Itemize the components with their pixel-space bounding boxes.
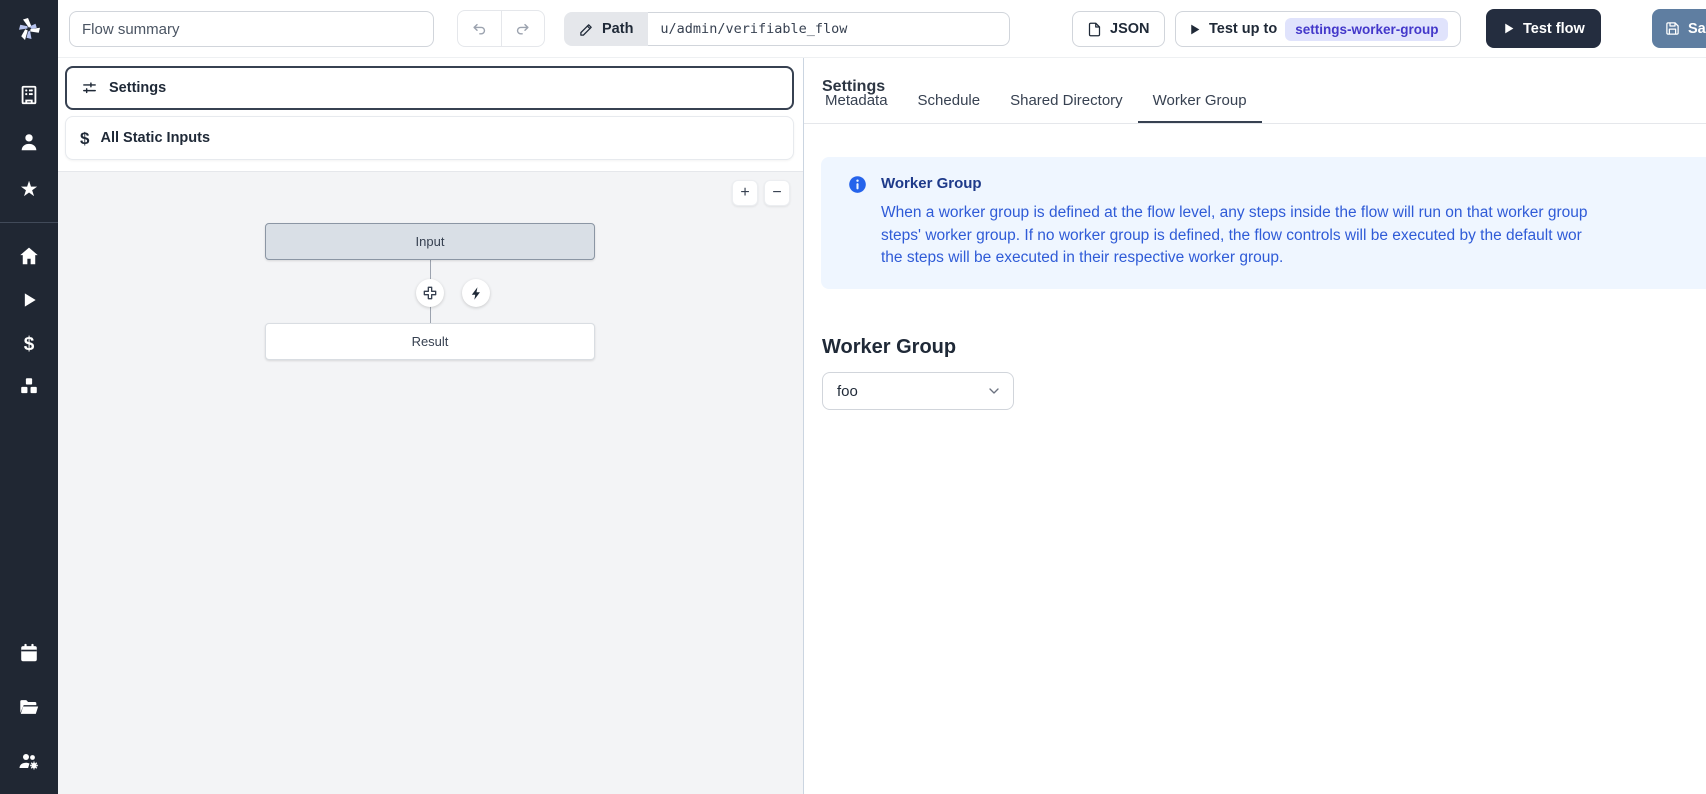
info-line: When a worker group is defined at the fl…: [881, 202, 1587, 225]
pencil-icon: [579, 22, 594, 37]
result-node-label: Result: [412, 334, 449, 349]
app-window: ★ $: [0, 0, 1706, 794]
test-flow-button[interactable]: Test flow: [1486, 9, 1601, 48]
topbar: Path u/admin/verifiable_flow JSON Test u…: [58, 0, 1706, 58]
save-draft-label: Save draft: [1688, 21, 1706, 37]
info-content: Worker Group When a worker group is defi…: [881, 173, 1587, 289]
path-value-input[interactable]: u/admin/verifiable_flow: [648, 12, 1010, 46]
sidebar-divider: [0, 222, 58, 223]
play-icon[interactable]: [0, 281, 58, 319]
result-node[interactable]: Result: [265, 323, 595, 360]
all-static-inputs-label: All Static Inputs: [100, 130, 210, 146]
tabs-divider: [804, 123, 1706, 124]
save-draft-button[interactable]: Save draft: [1652, 9, 1706, 48]
add-step-button[interactable]: [416, 279, 444, 307]
settings-panel: Settings Metadata Schedule Shared Direct…: [803, 58, 1706, 794]
redo-button[interactable]: [502, 11, 545, 46]
save-icon: [1665, 21, 1680, 36]
info-line: the steps will be executed in their resp…: [881, 247, 1587, 270]
tab-metadata[interactable]: Metadata: [810, 92, 903, 123]
zoom-out-button[interactable]: −: [764, 180, 790, 206]
tab-schedule[interactable]: Schedule: [903, 92, 996, 123]
settings-tabs: Metadata Schedule Shared Directory Worke…: [810, 92, 1262, 123]
test-up-to-button[interactable]: Test up to settings-worker-group: [1175, 11, 1461, 47]
boxes-icon[interactable]: [0, 367, 58, 405]
path-group: Path u/admin/verifiable_flow: [564, 12, 1010, 46]
flow-summary-input[interactable]: [69, 11, 434, 47]
flow-settings-label: Settings: [109, 80, 166, 96]
info-line: steps' worker group. If no worker group …: [881, 225, 1587, 248]
star-icon[interactable]: ★: [0, 170, 58, 208]
calendar-icon[interactable]: [0, 634, 58, 672]
input-node-label: Input: [416, 234, 445, 249]
worker-group-info-box: Worker Group When a worker group is defi…: [821, 157, 1706, 289]
tab-shared-directory[interactable]: Shared Directory: [995, 92, 1138, 123]
sliders-icon: [81, 80, 98, 97]
user-group-gear-icon[interactable]: [0, 742, 58, 780]
info-text: When a worker group is defined at the fl…: [881, 202, 1587, 270]
worker-group-section-title: Worker Group: [822, 336, 956, 359]
dollar-icon[interactable]: $: [0, 325, 58, 363]
tab-worker-group[interactable]: Worker Group: [1138, 92, 1262, 123]
flow-graph-canvas[interactable]: Input Result + −: [58, 171, 803, 794]
flow-settings-item[interactable]: Settings: [65, 66, 794, 110]
test-flow-label: Test flow: [1523, 21, 1585, 37]
flow-header: Settings $ All Static Inputs: [58, 58, 803, 171]
worker-group-badge: settings-worker-group: [1285, 18, 1448, 41]
plus-cross-icon: [422, 285, 438, 301]
path-label: Path: [602, 21, 633, 37]
building-icon[interactable]: [0, 76, 58, 114]
input-node[interactable]: Input: [265, 223, 595, 260]
zoom-in-button[interactable]: +: [732, 180, 758, 206]
play-icon: [1502, 22, 1515, 35]
edit-path-button[interactable]: Path: [564, 12, 648, 46]
json-button-label: JSON: [1110, 21, 1150, 37]
windmill-logo-icon[interactable]: [0, 0, 58, 58]
chevron-down-icon: [986, 383, 1002, 399]
file-icon: [1087, 22, 1102, 37]
undo-redo-group: [457, 10, 545, 47]
json-button[interactable]: JSON: [1072, 11, 1165, 47]
dollar-icon: $: [80, 130, 89, 147]
folder-open-icon[interactable]: [0, 688, 58, 726]
sidebar: ★ $: [0, 0, 58, 794]
user-icon[interactable]: [0, 123, 58, 161]
test-up-to-label: Test up to: [1209, 21, 1277, 37]
info-icon: [848, 175, 867, 289]
worker-group-select[interactable]: foo: [822, 372, 1014, 410]
play-icon: [1188, 23, 1201, 36]
info-title: Worker Group: [881, 175, 1587, 192]
worker-group-select-value: foo: [837, 383, 858, 400]
undo-button[interactable]: [458, 11, 502, 46]
trigger-button[interactable]: [462, 279, 490, 307]
home-icon[interactable]: [0, 237, 58, 275]
lightning-bolt-icon: [469, 286, 484, 301]
all-static-inputs-item[interactable]: $ All Static Inputs: [65, 116, 794, 160]
